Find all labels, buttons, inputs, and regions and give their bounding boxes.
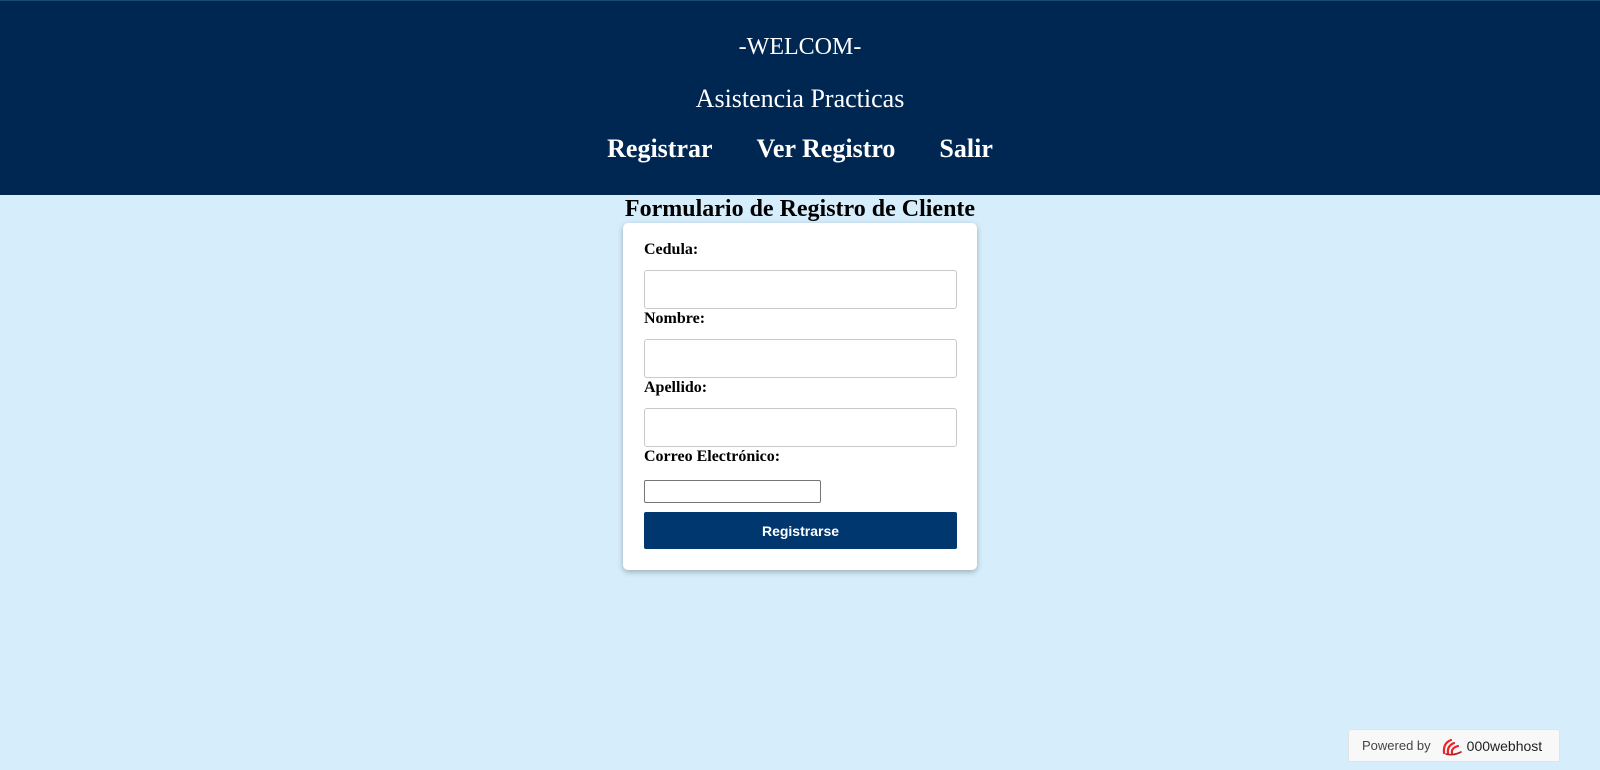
nombre-input[interactable]: [644, 339, 957, 378]
form-title: Formulario de Registro de Cliente: [624, 196, 976, 222]
cedula-label: Cedula:: [644, 241, 699, 258]
site-header: -WELCOM- Asistencia Practicas Registrar …: [0, 1, 1600, 195]
000webhost-logo-icon: [1438, 735, 1464, 757]
nav-link-registrar[interactable]: Registrar: [607, 132, 712, 166]
site-subtitle: Asistencia Practicas: [695, 84, 905, 113]
apellido-input[interactable]: [644, 408, 957, 447]
site-title: -WELCOM-: [738, 34, 862, 60]
powered-by-badge[interactable]: Powered by 000webhost: [1348, 729, 1560, 762]
cedula-input[interactable]: [644, 270, 957, 309]
nav-link-ver-registro[interactable]: Ver Registro: [757, 132, 896, 166]
nav-link-salir[interactable]: Salir: [939, 132, 992, 166]
powered-by-text: Powered by: [1362, 738, 1431, 753]
registration-form-card: Cedula: Nombre: Apellido: Correo Electró…: [623, 223, 977, 570]
nombre-label: Nombre:: [644, 310, 706, 327]
main-nav: Registrar Ver Registro Salir: [0, 132, 1600, 166]
correo-label: Correo Electrónico:: [644, 448, 781, 465]
brand-name: 000webhost: [1466, 737, 1543, 754]
correo-input[interactable]: [644, 480, 821, 503]
registrarse-button[interactable]: Registrarse: [644, 512, 957, 549]
apellido-label: Apellido:: [644, 379, 708, 396]
